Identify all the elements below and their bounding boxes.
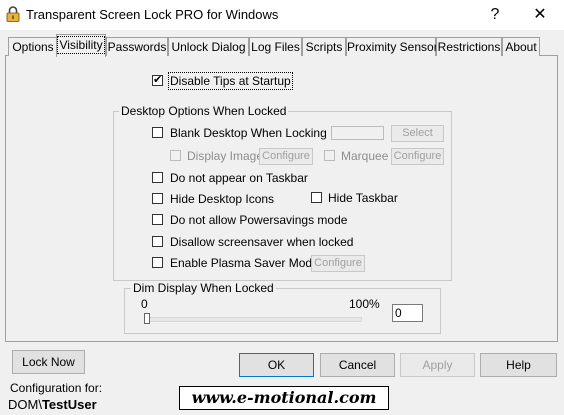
disallow-screensaver-checkbox[interactable] — [152, 236, 163, 247]
close-window-button[interactable]: ✕ — [517, 0, 563, 30]
marquee-checkbox[interactable] — [324, 150, 335, 161]
disable-tips-checkbox[interactable]: ✔ — [152, 74, 163, 86]
hide-desktop-icons-label[interactable]: Hide Desktop Icons — [170, 192, 274, 206]
tab-proximity-sensor[interactable]: Proximity Sensor — [346, 37, 438, 56]
tab-passwords[interactable]: Passwords — [106, 37, 168, 56]
dim-min-label: 0 — [141, 297, 148, 311]
tab-about[interactable]: About — [502, 37, 540, 56]
dim-slider-track[interactable] — [146, 317, 362, 322]
no-powersavings-label[interactable]: Do not allow Powersavings mode — [170, 213, 347, 227]
disable-tips-label[interactable]: Disable Tips at Startup — [168, 72, 293, 90]
plasma-saver-checkbox[interactable] — [152, 257, 163, 268]
config-domain: DOM\ — [8, 397, 42, 412]
ok-button[interactable]: OK — [239, 353, 314, 377]
hide-taskbar-checkbox[interactable] — [311, 192, 322, 203]
no-taskbar-appear-checkbox[interactable] — [152, 172, 163, 183]
hide-taskbar-label[interactable]: Hide Taskbar — [328, 191, 398, 205]
disable-tips-text: Disable Tips at Startup — [168, 72, 293, 90]
configure-marquee-button[interactable]: Configure — [391, 148, 444, 165]
disallow-screensaver-label[interactable]: Disallow screensaver when locked — [170, 235, 353, 249]
display-image-checkbox[interactable] — [170, 150, 181, 161]
brand-link[interactable]: www.e-motional.com — [179, 386, 389, 410]
tab-restrictions[interactable]: Restrictions — [436, 37, 502, 56]
help-button[interactable]: Help — [480, 353, 557, 377]
window-title: Transparent Screen Lock PRO for Windows — [26, 7, 279, 22]
tab-unlock-dialog[interactable]: Unlock Dialog — [168, 37, 249, 56]
tab-log-files[interactable]: Log Files — [249, 37, 302, 56]
marquee-label[interactable]: Marquee — [341, 149, 388, 163]
dim-display-title: Dim Display When Locked — [131, 281, 276, 295]
tab-scripts[interactable]: Scripts — [302, 37, 346, 56]
checkmark-icon: ✔ — [153, 74, 163, 86]
select-color-button[interactable]: Select — [391, 125, 444, 142]
no-powersavings-checkbox[interactable] — [152, 214, 163, 225]
lock-now-button[interactable]: Lock Now — [12, 350, 85, 374]
config-for-label: Configuration for: — [10, 381, 103, 395]
dim-value-field[interactable]: 0 — [392, 304, 423, 322]
no-taskbar-appear-label[interactable]: Do not appear on Taskbar — [170, 171, 308, 185]
title-bar: Transparent Screen Lock PRO for Windows … — [0, 0, 564, 30]
padlock-icon — [6, 6, 20, 22]
dim-slider-thumb[interactable] — [144, 313, 150, 324]
plasma-saver-label[interactable]: Enable Plasma Saver Mode — [170, 256, 319, 270]
apply-button[interactable]: Apply — [400, 353, 475, 377]
config-user-name: TestUser — [41, 397, 97, 412]
blank-desktop-checkbox[interactable] — [152, 127, 163, 138]
tab-strip: Options Visibility Passwords Unlock Dial… — [0, 34, 564, 57]
configure-plasma-button[interactable]: Configure — [311, 255, 365, 272]
tab-visibility[interactable]: Visibility — [56, 34, 106, 57]
desktop-options-title: Desktop Options When Locked — [119, 104, 289, 118]
dim-max-label: 100% — [349, 297, 380, 311]
blank-color-swatch — [331, 126, 384, 140]
help-title-button[interactable]: ? — [472, 0, 518, 30]
display-image-label[interactable]: Display Image — [187, 149, 263, 163]
configure-image-button[interactable]: Configure — [259, 148, 313, 165]
tab-options[interactable]: Options — [8, 37, 58, 56]
hide-desktop-icons-checkbox[interactable] — [152, 193, 163, 204]
tab-visibility-label: Visibility — [57, 36, 105, 54]
config-user: DOM\TestUser — [8, 397, 97, 412]
blank-desktop-label[interactable]: Blank Desktop When Locking — [170, 126, 327, 140]
cancel-button[interactable]: Cancel — [320, 353, 395, 377]
